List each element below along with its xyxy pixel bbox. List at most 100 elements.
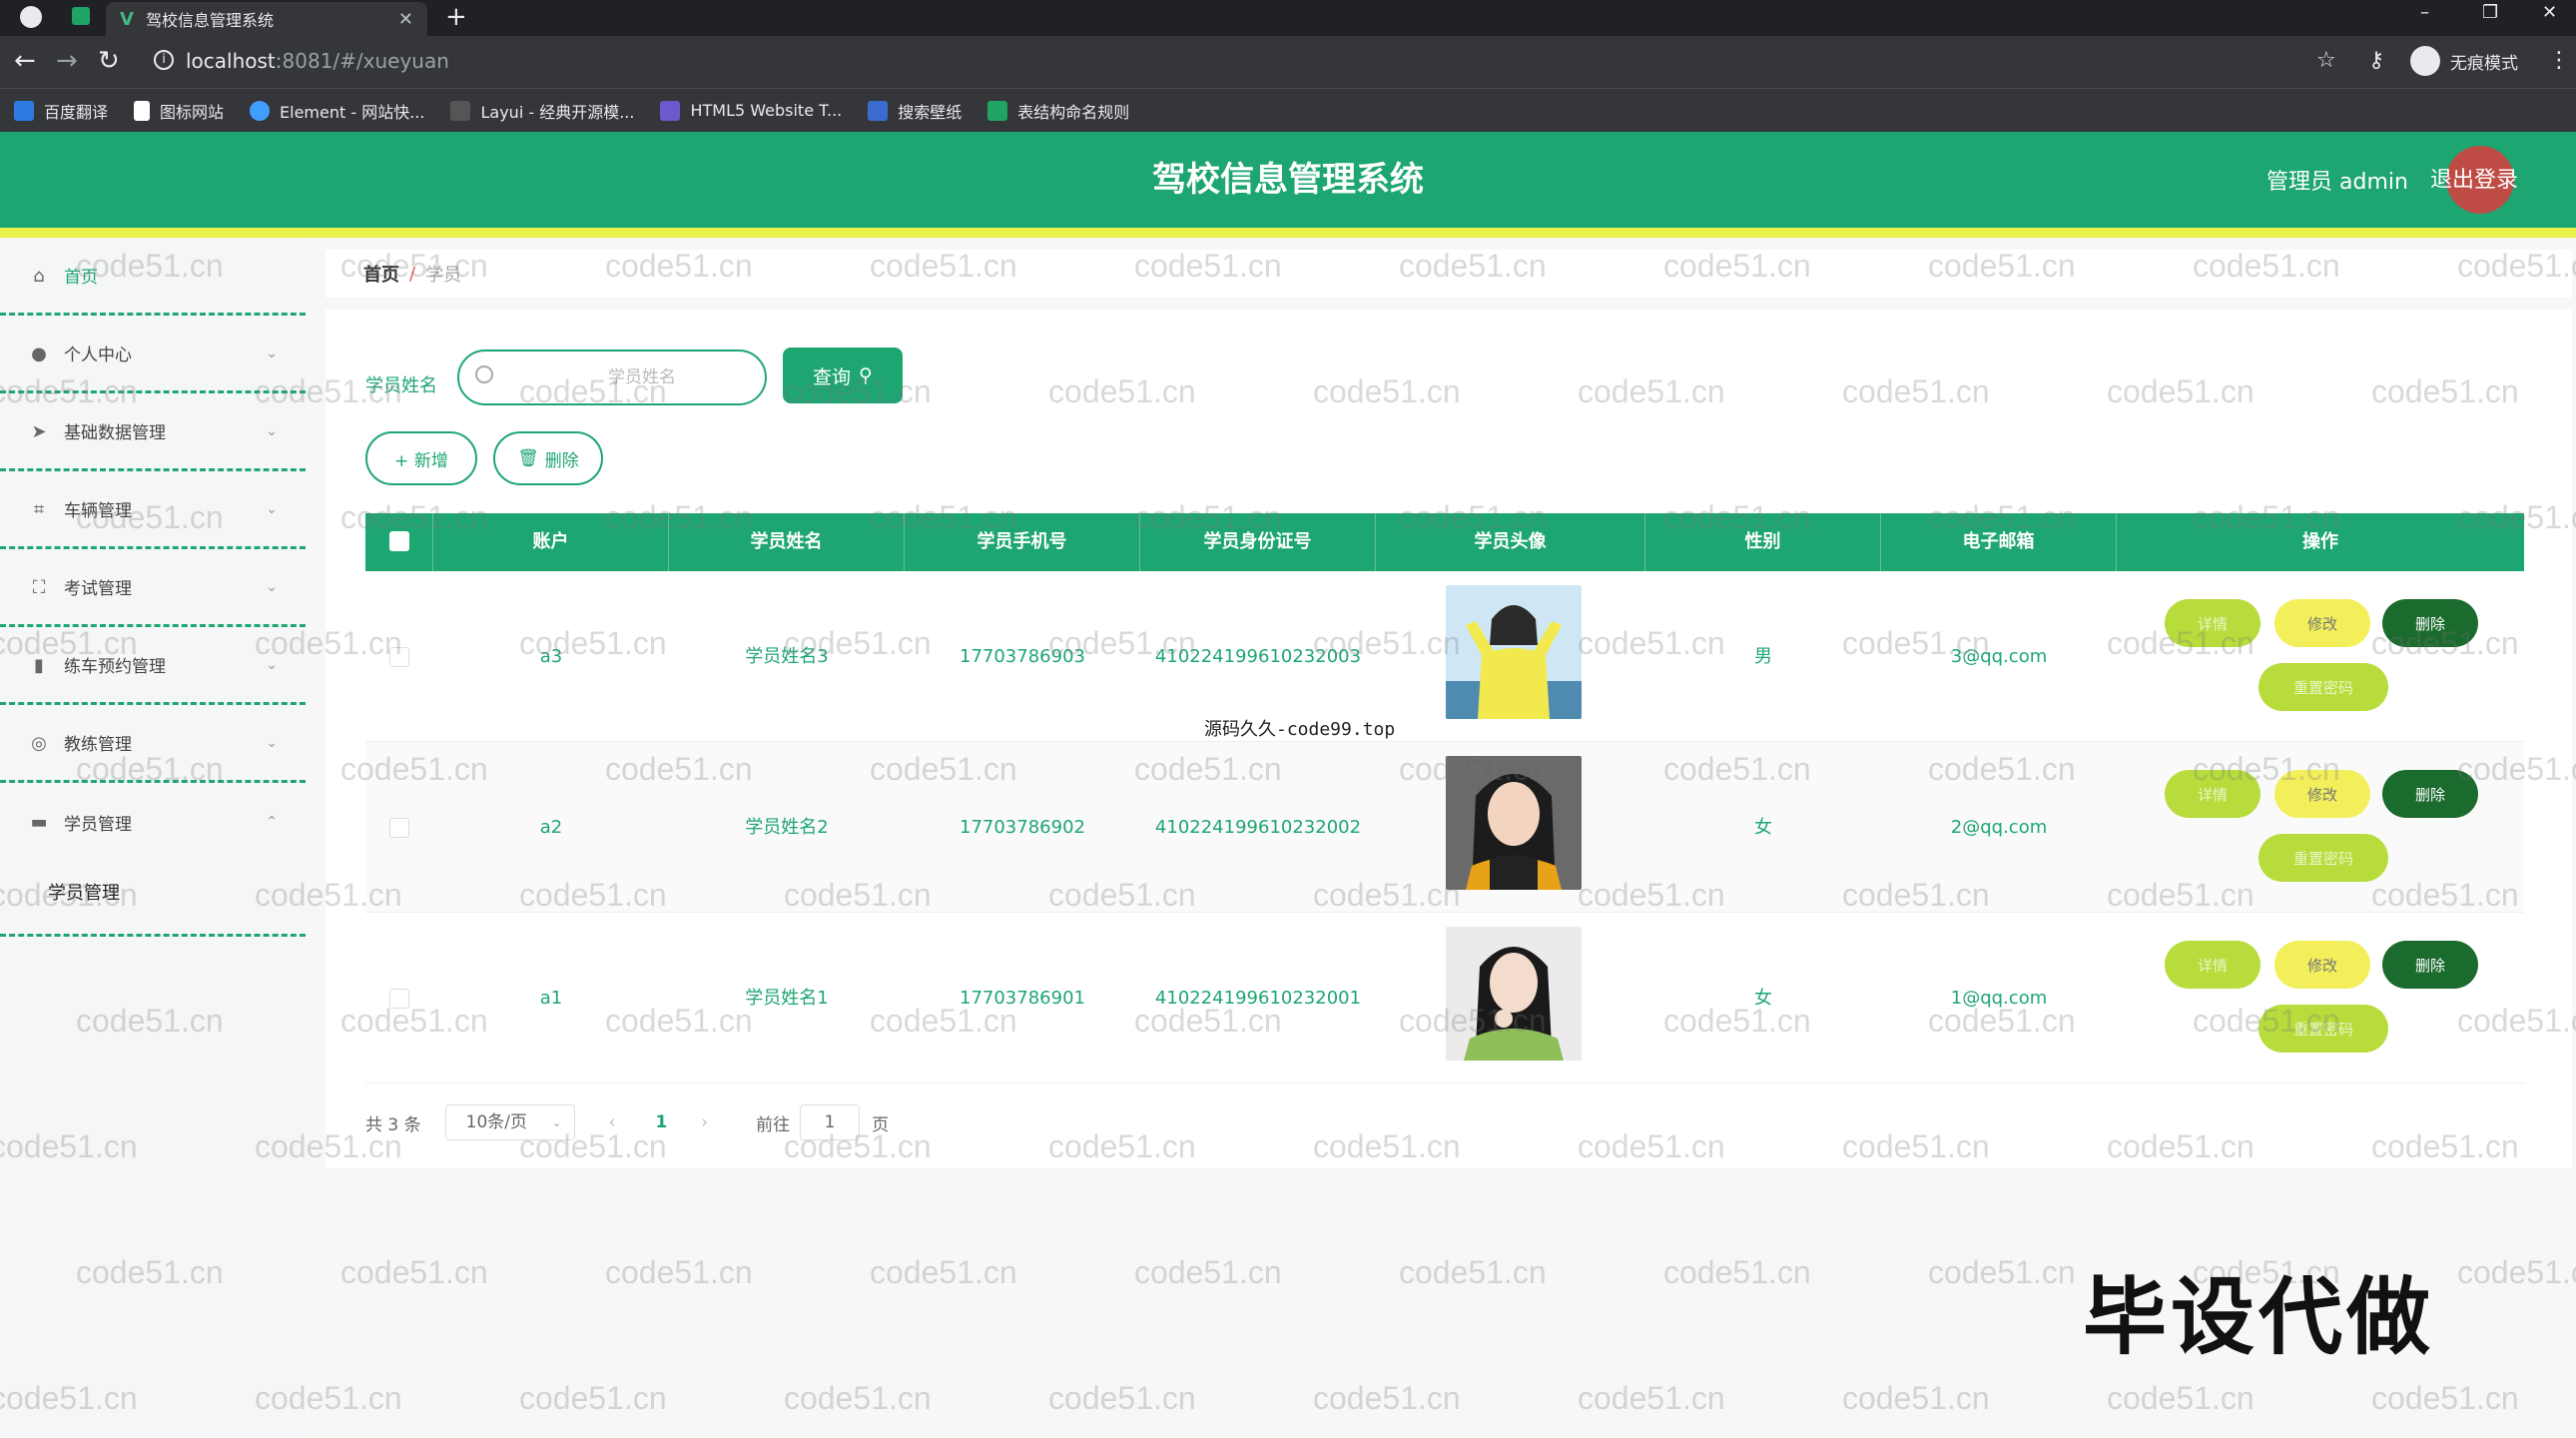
page-unit-label: 页	[872, 1114, 890, 1135]
tab-title: 驾校信息管理系统	[145, 11, 274, 30]
table-header: 账户 学员姓名 学员手机号 学员身份证号 学员头像 性别 电子邮箱 操作	[365, 513, 2524, 571]
edit-button[interactable]: 修改	[2274, 770, 2370, 818]
breadcrumb: 首页 / 学员	[325, 250, 2572, 298]
bookmark-item[interactable]: 表结构命名规则	[987, 99, 1129, 123]
html5-icon	[660, 100, 681, 121]
detail-button[interactable]: 详情	[2165, 941, 2260, 989]
reset-password-label: 重置密码	[2292, 1020, 2353, 1039]
key-icon[interactable]: ⚷	[2368, 48, 2384, 73]
browser-menu-icon[interactable]	[20, 6, 42, 28]
sidebar-item-label: 考试管理	[64, 579, 132, 599]
detail-button[interactable]: 详情	[2165, 770, 2260, 818]
sidebar-item-coaches[interactable]: ◎ 教练管理 ⌄	[0, 705, 306, 783]
baidu-translate-icon	[14, 100, 34, 121]
bookmark-item[interactable]: Element - 网站快...	[250, 99, 424, 123]
back-icon[interactable]: ←	[14, 46, 36, 76]
column-header: 学员手机号	[905, 513, 1140, 571]
sidebar-item-home[interactable]: ⌂ 首页	[0, 238, 306, 316]
name-cell: 学员姓名2	[745, 817, 829, 838]
account-cell: a2	[539, 817, 563, 838]
sidebar-item-label: 练车预约管理	[64, 657, 166, 677]
select-all-cell	[365, 513, 433, 571]
delete-button[interactable]: 删除	[2382, 941, 2478, 989]
page-number[interactable]: 1	[655, 1112, 667, 1132]
url-field[interactable]: localhost :8081/#/xueyuan	[186, 44, 449, 78]
watermark-text: code51.cn	[340, 1254, 488, 1290]
sidebar-item-basic-data[interactable]: ➤ 基础数据管理 ⌄	[0, 393, 306, 471]
edit-button[interactable]: 修改	[2274, 941, 2370, 989]
watermark-text: code51.cn	[1663, 1254, 1811, 1290]
select-all-checkbox[interactable]	[389, 531, 409, 551]
home-icon: ⌂	[33, 265, 45, 287]
browser-tab[interactable]: V 驾校信息管理系统 ✕	[106, 2, 427, 36]
delete-button[interactable]: 删除	[2382, 770, 2478, 818]
site-info-icon[interactable]: i	[154, 50, 174, 70]
row-checkbox[interactable]	[389, 989, 409, 1009]
add-button[interactable]: + 新增	[365, 431, 477, 485]
tab-close-icon[interactable]: ✕	[398, 9, 413, 30]
url-path: :8081/#/xueyuan	[275, 49, 449, 73]
bookmark-item[interactable]: Layui - 经典开源模...	[450, 99, 634, 123]
bookmark-item[interactable]: 搜索壁纸	[868, 99, 962, 123]
browser-more-icon[interactable]: ⋮	[2548, 48, 2570, 73]
watermark-text: code51.cn	[1842, 1380, 1990, 1416]
avatar-photo-image	[1446, 927, 1582, 1061]
reload-icon[interactable]: ↻	[98, 46, 120, 76]
logout-button[interactable]: 退出登录	[2430, 162, 2518, 194]
row-checkbox[interactable]	[389, 647, 409, 667]
student-name-search-input[interactable]	[457, 350, 767, 405]
sidebar-item-practice-booking[interactable]: ▮ 练车预约管理 ⌄	[0, 627, 306, 705]
page-size-select[interactable]: 10条/页 ⌄	[444, 1104, 575, 1140]
reset-password-button[interactable]: 重置密码	[2258, 834, 2388, 882]
row-checkbox[interactable]	[389, 818, 409, 838]
sheet-icon	[987, 100, 1008, 121]
fullscreen-icon: ⛶	[32, 576, 46, 598]
sidebar-item-profile[interactable]: ● 个人中心 ⌄	[0, 316, 306, 393]
avatar-photo-image	[1446, 756, 1582, 890]
new-tab-icon[interactable]: +	[445, 2, 467, 32]
next-page-icon[interactable]: ›	[701, 1112, 708, 1132]
bookmark-star-icon[interactable]: ☆	[2316, 48, 2336, 73]
window-close-icon[interactable]: ✕	[2542, 2, 2557, 23]
admin-label: 管理员 admin	[2266, 170, 2408, 195]
incognito-indicator[interactable]: 无痕模式	[2410, 46, 2518, 76]
center-watermark: 源码久久-code99.top	[1204, 719, 1396, 740]
sidebar-item-vehicles[interactable]: ⌗ 车辆管理 ⌄	[0, 471, 306, 549]
suitcase-icon: ▬	[30, 812, 48, 833]
sidebar-item-label: 基础数据管理	[64, 423, 166, 443]
sidebar-item-exams[interactable]: ⛶ 考试管理 ⌄	[0, 549, 306, 627]
vue-logo-icon: V	[120, 8, 134, 30]
minimize-icon[interactable]: –	[2420, 2, 2429, 23]
reset-password-button[interactable]: 重置密码	[2258, 1005, 2388, 1053]
column-header: 性别	[1645, 513, 1881, 571]
bookmark-item[interactable]: 图标网站	[134, 99, 224, 123]
column-header: 操作	[2302, 531, 2338, 552]
reset-password-button[interactable]: 重置密码	[2258, 663, 2388, 711]
query-button[interactable]: 查询 ⚲	[783, 348, 903, 403]
delete-label: 删除	[2414, 956, 2445, 975]
sidebar-subitem-student-management[interactable]: 学员管理	[0, 849, 306, 937]
delete-button[interactable]: 删除	[2382, 599, 2478, 647]
chevron-up-icon: ⌃	[266, 814, 278, 830]
edit-label: 修改	[2306, 956, 2337, 975]
restore-icon[interactable]: ❐	[2482, 2, 2498, 23]
edit-button[interactable]: 修改	[2274, 599, 2370, 647]
reset-password-label: 重置密码	[2292, 678, 2353, 697]
breadcrumb-home[interactable]: 首页	[363, 261, 399, 287]
bookmark-item[interactable]: HTML5 Website T...	[660, 100, 842, 121]
prev-page-icon[interactable]: ‹	[609, 1112, 616, 1132]
watermark-text: code51.cn	[2371, 1380, 2519, 1416]
table-row: a1 学员姓名1 17703786901 410224199610232001 …	[365, 913, 2524, 1083]
goto-label: 前往	[756, 1114, 791, 1135]
bookmark-item[interactable]: 百度翻译	[14, 99, 108, 123]
goto-page-input[interactable]: 1	[800, 1104, 861, 1140]
column-header: 学员姓名	[669, 513, 905, 571]
forward-icon[interactable]: →	[56, 46, 78, 76]
detail-button[interactable]: 详情	[2165, 599, 2260, 647]
chevron-down-icon: ⌄	[266, 734, 278, 751]
wallpaper-icon	[868, 100, 889, 121]
phone-cell: 17703786902	[960, 817, 1085, 838]
sidebar-item-label: 个人中心	[64, 346, 132, 365]
main-content: 学员姓名 查询 ⚲ + 新增 🗑 删除 账户 学员姓名 学员手机号 学员身份证号…	[325, 310, 2572, 1168]
batch-delete-button[interactable]: 🗑 删除	[493, 431, 603, 485]
